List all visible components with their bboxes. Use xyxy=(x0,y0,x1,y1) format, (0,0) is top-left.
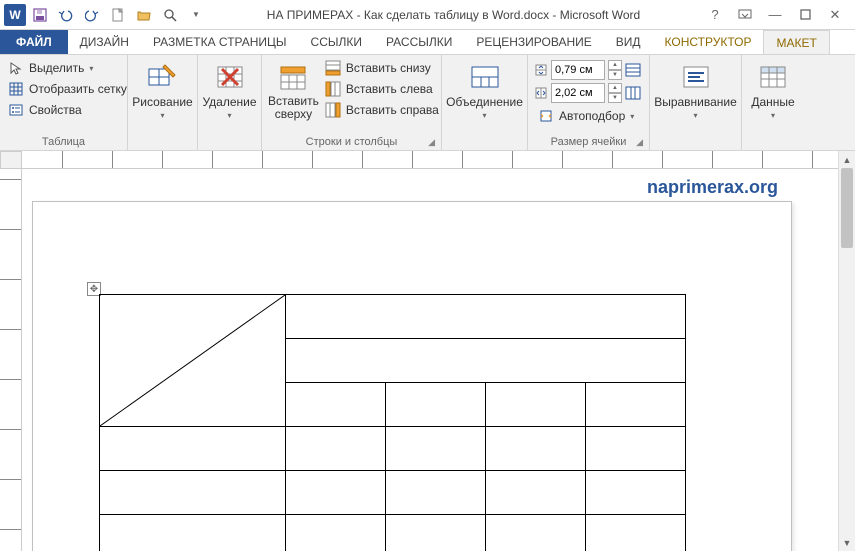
insert-above-button[interactable]: Вставить сверху xyxy=(266,58,321,124)
tab-review[interactable]: РЕЦЕНЗИРОВАНИЕ xyxy=(464,30,603,54)
distribute-rows-icon[interactable] xyxy=(625,63,641,77)
data-icon xyxy=(757,61,789,93)
grid-icon xyxy=(8,81,24,97)
table-cell[interactable] xyxy=(386,515,486,551)
properties-icon xyxy=(8,102,24,118)
undo-button[interactable] xyxy=(54,3,78,27)
table-cell[interactable] xyxy=(286,295,686,339)
height-spin-up[interactable]: ▲ xyxy=(608,60,622,70)
table-cell[interactable] xyxy=(100,295,286,427)
table-cell[interactable] xyxy=(386,427,486,471)
tab-page-layout[interactable]: РАЗМЕТКА СТРАНИЦЫ xyxy=(141,30,299,54)
page[interactable]: ✥ xyxy=(32,201,792,551)
table-cell[interactable] xyxy=(486,471,586,515)
ruler-corner[interactable] xyxy=(0,151,22,169)
maximize-button[interactable] xyxy=(791,3,819,27)
tab-mailings[interactable]: РАССЫЛКИ xyxy=(374,30,464,54)
group-label-cellsize: Размер ячейки◢ xyxy=(532,135,645,150)
delete-table-icon xyxy=(214,61,246,93)
table-cell[interactable] xyxy=(486,427,586,471)
row-height-icon xyxy=(534,63,548,77)
table-cell[interactable] xyxy=(386,383,486,427)
draw-table-button[interactable]: Рисование▾ xyxy=(131,58,195,123)
view-gridlines-button[interactable]: Отобразить сетку xyxy=(4,79,131,99)
table-cell[interactable] xyxy=(486,515,586,551)
save-button[interactable] xyxy=(28,3,52,27)
row-height-input[interactable] xyxy=(551,60,605,80)
scroll-up-button[interactable]: ▲ xyxy=(839,151,855,168)
width-spin-down[interactable]: ▼ xyxy=(608,93,622,103)
table-cell[interactable] xyxy=(386,471,486,515)
properties-button[interactable]: Свойства xyxy=(4,100,131,120)
tab-file[interactable]: ФАЙЛ xyxy=(0,30,68,54)
window-title: НА ПРИМЕРАХ - Как сделать таблицу в Word… xyxy=(212,8,695,22)
dialog-launcher-icon[interactable]: ◢ xyxy=(636,137,643,148)
table-cell[interactable] xyxy=(286,515,386,551)
select-button[interactable]: Выделить▾ xyxy=(4,58,131,78)
width-spin-up[interactable]: ▲ xyxy=(608,83,622,93)
vertical-ruler[interactable] xyxy=(0,169,22,551)
ribbon-options-button[interactable] xyxy=(731,3,759,27)
redo-button[interactable] xyxy=(80,3,104,27)
table-cell[interactable] xyxy=(286,383,386,427)
col-width-icon xyxy=(534,86,548,100)
table-cell[interactable] xyxy=(286,339,686,383)
qat-customize-icon[interactable]: ▼ xyxy=(184,3,208,27)
table-cell[interactable] xyxy=(486,383,586,427)
tab-references[interactable]: ССЫЛКИ xyxy=(299,30,374,54)
insert-right-button[interactable]: Вставить справа xyxy=(321,100,443,120)
table-cell[interactable] xyxy=(586,471,686,515)
horizontal-ruler[interactable] xyxy=(22,151,838,169)
minimize-button[interactable]: — xyxy=(761,3,789,27)
group-label-table: Таблица xyxy=(4,135,123,150)
height-spin-down[interactable]: ▼ xyxy=(608,70,622,80)
tab-table-design[interactable]: КОНСТРУКТОР xyxy=(653,30,764,54)
draw-table-icon xyxy=(147,61,179,93)
scroll-thumb[interactable] xyxy=(841,168,853,248)
scroll-down-button[interactable]: ▼ xyxy=(839,534,855,551)
insert-row-below-icon xyxy=(325,60,341,76)
insert-row-above-icon xyxy=(277,61,309,93)
document-table[interactable] xyxy=(99,294,686,551)
table-cell[interactable] xyxy=(100,515,286,551)
col-width-input[interactable] xyxy=(551,83,605,103)
insert-col-right-icon xyxy=(325,102,341,118)
table-cell[interactable] xyxy=(100,427,286,471)
print-preview-button[interactable] xyxy=(158,3,182,27)
insert-below-button[interactable]: Вставить снизу xyxy=(321,58,443,78)
document-area[interactable]: naprimerax.org ✥ xyxy=(22,169,838,551)
vertical-scrollbar[interactable]: ▲ ▼ xyxy=(838,151,855,551)
watermark-text: naprimerax.org xyxy=(647,177,778,198)
dialog-launcher-icon[interactable]: ◢ xyxy=(428,137,435,148)
autofit-icon xyxy=(538,108,554,124)
table-cell[interactable] xyxy=(100,471,286,515)
data-button[interactable]: Данные▾ xyxy=(746,58,800,123)
merge-cells-icon xyxy=(469,61,501,93)
table-cell[interactable] xyxy=(286,471,386,515)
alignment-button[interactable]: Выравнивание▾ xyxy=(653,58,739,123)
table-cell[interactable] xyxy=(586,383,686,427)
merge-button[interactable]: Объединение▾ xyxy=(445,58,525,123)
tab-view[interactable]: ВИД xyxy=(604,30,653,54)
new-doc-button[interactable] xyxy=(106,3,130,27)
alignment-icon xyxy=(680,61,712,93)
table-cell[interactable] xyxy=(586,427,686,471)
delete-button[interactable]: Удаление▾ xyxy=(200,58,258,123)
tab-table-layout[interactable]: МАКЕТ xyxy=(763,30,829,54)
table-cell[interactable] xyxy=(286,427,386,471)
open-button[interactable] xyxy=(132,3,156,27)
insert-col-left-icon xyxy=(325,81,341,97)
close-button[interactable]: ✕ xyxy=(821,3,849,27)
tab-design[interactable]: ДИЗАЙН xyxy=(68,30,141,54)
group-label-rows-cols: Строки и столбцы◢ xyxy=(266,135,437,150)
help-button[interactable]: ? xyxy=(701,3,729,27)
distribute-cols-icon[interactable] xyxy=(625,86,641,100)
word-app-icon: W xyxy=(4,4,26,26)
table-cell[interactable] xyxy=(586,515,686,551)
cursor-icon xyxy=(8,60,24,76)
autofit-button[interactable]: Автоподбор▾ xyxy=(534,106,641,126)
insert-left-button[interactable]: Вставить слева xyxy=(321,79,443,99)
